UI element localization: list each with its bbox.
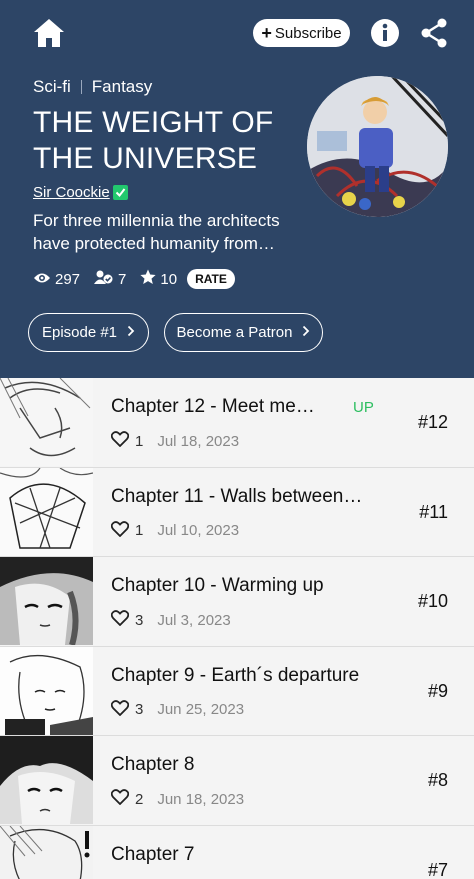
rate-button[interactable]: RATE (187, 269, 235, 289)
likes-count: 3 (135, 701, 144, 718)
genre-tag[interactable]: Sci-fi (33, 77, 71, 97)
rating-stat: 10 (140, 269, 177, 289)
rating-count: 10 (160, 270, 178, 288)
become-patron-button[interactable]: Become a Patron (164, 313, 323, 352)
chevron-right-icon (127, 324, 135, 341)
heart-icon[interactable] (110, 699, 130, 720)
chapter-title: Chapter 11 - Walls between… (111, 485, 363, 507)
chapter-thumbnail (0, 646, 93, 735)
chapter-thumbnail (0, 736, 93, 824)
author-name: Sir Coockie (33, 184, 110, 201)
chapter-number: #8 (427, 770, 448, 790)
likes-count: 1 (135, 432, 144, 450)
chapter-meta: 2 Jun 18, 2023 (110, 789, 245, 809)
chapter-title: Chapter 12 - Meet me… (111, 396, 315, 417)
chapter-row[interactable]: Chapter 11 - Walls between… 1 Jul 10, 20… (0, 467, 474, 557)
subscribe-label: Subscribe (274, 24, 342, 42)
chapter-meta: 1 Jul 18, 2023 (110, 431, 240, 451)
series-stats: 297 7 10 RATE (33, 269, 235, 289)
chapter-title: Chapter 10 - Warming up (111, 575, 324, 596)
home-icon[interactable] (32, 16, 66, 50)
series-title: THE WEIGHT OF THE UNIVERSE (33, 106, 274, 175)
chapter-date: Jun 18, 2023 (157, 790, 245, 808)
chapter-number: #12 (417, 412, 448, 432)
chapter-row[interactable]: Chapter 8 2 Jun 18, 2023 #8 (0, 736, 474, 826)
chapter-number: #10 (417, 591, 448, 611)
views-stat: 297 (33, 271, 80, 288)
series-header: + Subscribe Sci-fi Fantasy THE WEIGHT OF… (0, 0, 474, 378)
chapter-meta: 3 Jun 25, 2023 (110, 699, 245, 720)
chapter-meta: 1 Jul 10, 2023 (110, 520, 240, 541)
genre-separator (80, 80, 82, 94)
heart-icon[interactable] (110, 520, 130, 541)
episode-1-button[interactable]: Episode #1 (28, 313, 149, 352)
plus-icon: + (261, 23, 272, 43)
chapter-date: Jul 3, 2023 (157, 611, 231, 629)
chapter-date: Jun 25, 2023 (157, 701, 245, 718)
genre-list: Sci-fi Fantasy (33, 77, 152, 97)
chapter-row[interactable]: Chapter 10 - Warming up 3 Jul 3, 2023 #1… (0, 557, 474, 647)
chapter-thumbnail (0, 378, 93, 466)
update-badge: UP (353, 399, 374, 416)
chevron-right-icon (302, 324, 310, 341)
chapter-row[interactable]: Chapter 9 - Earth´s departure 3 Jun 25, … (0, 646, 474, 736)
become-patron-label: Become a Patron (176, 324, 293, 341)
likes-count: 2 (135, 790, 144, 808)
likes-count: 1 (135, 522, 144, 539)
share-icon[interactable] (420, 18, 448, 48)
chapter-thumbnail (0, 557, 93, 645)
chapter-list: Chapter 12 - Meet me… UP 1 Jul 18, 2023 … (0, 378, 474, 879)
chapter-number: #11 (419, 501, 448, 522)
star-icon (140, 269, 156, 289)
chapter-thumbnail (0, 825, 93, 879)
chapter-number: #9 (427, 680, 448, 701)
heart-icon[interactable] (110, 431, 130, 451)
views-count: 297 (55, 270, 81, 288)
author-link[interactable]: Sir Coockie (33, 184, 128, 201)
chapter-row[interactable]: Chapter 12 - Meet me… UP 1 Jul 18, 2023 … (0, 378, 474, 468)
chapter-thumbnail (0, 467, 93, 556)
eye-icon (33, 271, 51, 288)
likes-count: 3 (135, 611, 144, 629)
subscribers-icon (94, 270, 114, 288)
subscribers-stat: 7 (94, 270, 126, 288)
info-icon[interactable] (370, 18, 400, 48)
chapter-row[interactable]: Chapter 7 #7 (0, 825, 474, 879)
series-cover-image (307, 76, 448, 217)
subscribers-count: 7 (118, 270, 127, 288)
chapter-date: Jul 10, 2023 (157, 522, 240, 539)
verified-icon (112, 185, 128, 200)
chapter-date: Jul 18, 2023 (157, 432, 240, 450)
subscribe-button[interactable]: + Subscribe (253, 19, 350, 47)
heart-icon[interactable] (110, 610, 130, 630)
genre-tag[interactable]: Fantasy (92, 77, 152, 97)
chapter-number: #7 (427, 859, 448, 879)
chapter-title: Chapter 9 - Earth´s departure (111, 664, 360, 686)
heart-icon[interactable] (110, 789, 130, 809)
chapter-title: Chapter 7 (111, 843, 195, 865)
episode-1-label: Episode #1 (41, 324, 118, 341)
series-description[interactable]: For three millennia the architects have … (33, 209, 303, 255)
chapter-title: Chapter 8 (111, 754, 195, 775)
chapter-meta: 3 Jul 3, 2023 (110, 610, 231, 630)
